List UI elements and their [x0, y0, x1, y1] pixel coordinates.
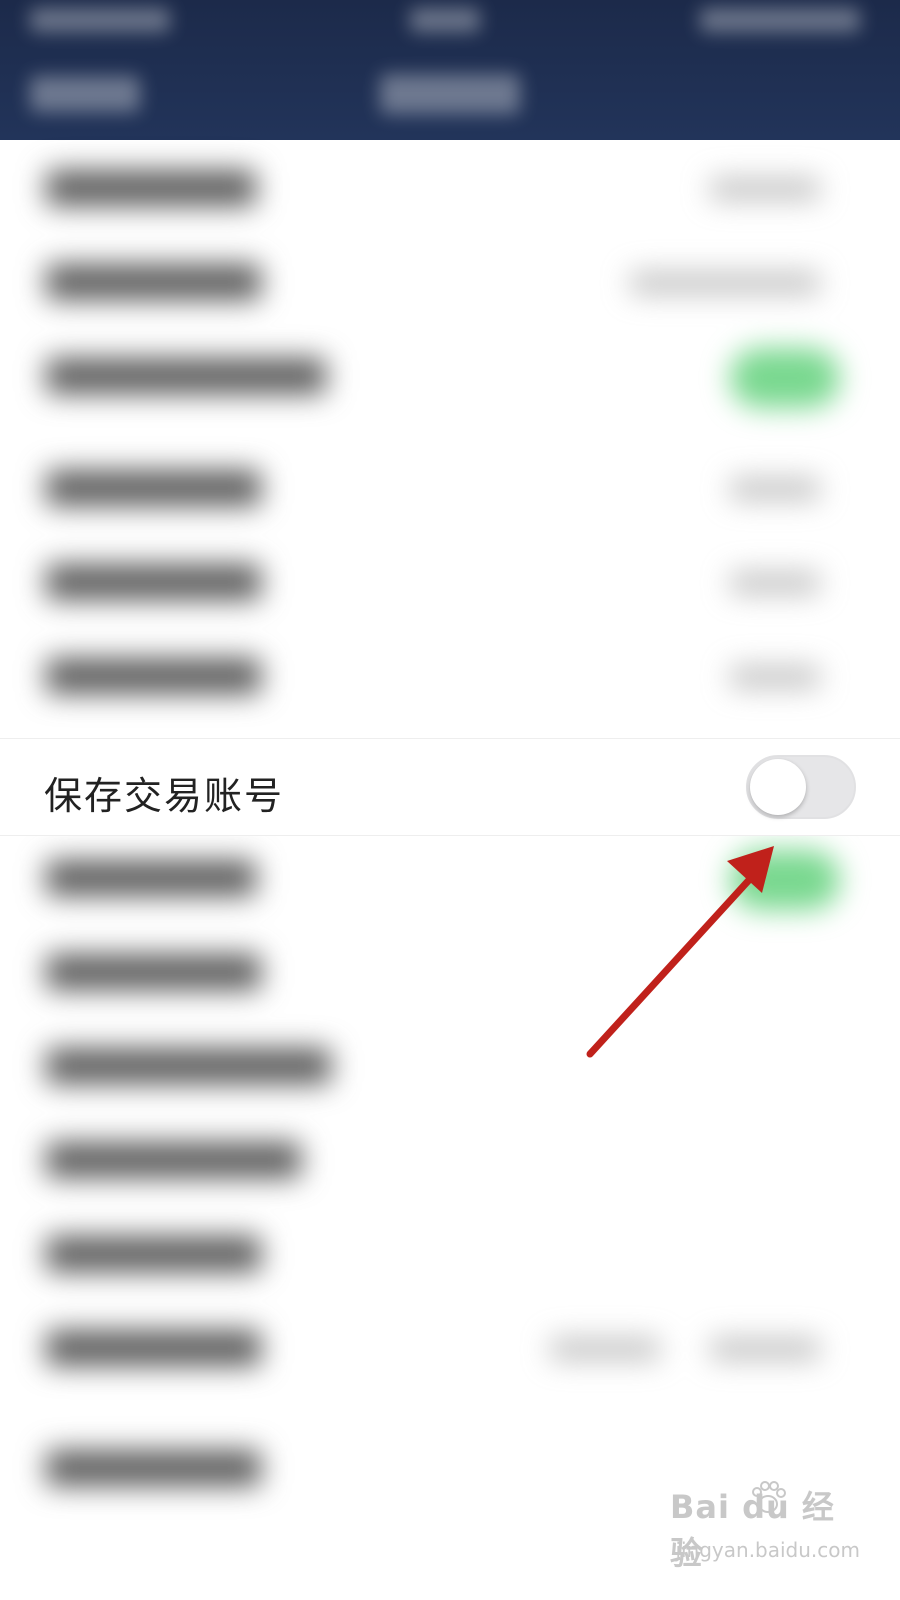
status-bar-blur [700, 8, 860, 32]
settings-row-value-blur [730, 572, 820, 594]
toggle-knob [750, 759, 806, 815]
settings-row-label-blur [46, 170, 256, 206]
settings-row[interactable] [0, 234, 900, 330]
settings-row[interactable] [0, 140, 900, 236]
settings-row[interactable] [0, 628, 900, 724]
settings-toggle-blur[interactable] [730, 348, 840, 408]
settings-row-value-blur [630, 272, 820, 294]
settings-row-value-blur [730, 478, 820, 500]
settings-row-save-trading-account[interactable]: 保存交易账号 [0, 738, 900, 836]
settings-row[interactable] [0, 1112, 900, 1208]
settings-row[interactable] [0, 1300, 900, 1396]
settings-row-label-blur [46, 658, 261, 694]
settings-row-label-blur [46, 264, 261, 300]
settings-row-value-blur [550, 1338, 660, 1360]
paw-icon [752, 1481, 786, 1513]
settings-row[interactable] [0, 1206, 900, 1302]
settings-row-label-blur [46, 1142, 301, 1178]
settings-list [0, 140, 900, 1600]
status-bar-blur [30, 8, 170, 32]
settings-row-label-blur [46, 470, 261, 506]
settings-row-label-blur [46, 358, 326, 394]
settings-row-label-blur [46, 1330, 261, 1366]
settings-row[interactable] [0, 830, 900, 926]
watermark-url: jingyan.baidu.com [675, 1538, 860, 1562]
settings-row-label-blur [46, 860, 256, 896]
settings-toggle-blur[interactable] [730, 850, 840, 910]
save-trading-account-label: 保存交易账号 [44, 774, 285, 818]
save-trading-account-toggle[interactable] [746, 755, 856, 819]
settings-row[interactable] [0, 328, 900, 424]
settings-row[interactable] [0, 924, 900, 1020]
baidu-jingyan-watermark: Bai du 经验 jingyan.baidu.com [670, 1481, 860, 1572]
page-title-blur [380, 74, 520, 114]
settings-row-label-blur [46, 1450, 261, 1486]
header-blurred-content [0, 0, 900, 140]
blurred-rows-top [0, 140, 900, 730]
settings-row[interactable] [0, 534, 900, 630]
settings-row-label-blur [46, 1236, 261, 1272]
back-button-blur[interactable] [30, 76, 140, 112]
settings-row[interactable] [0, 440, 900, 536]
settings-row[interactable] [0, 1018, 900, 1114]
settings-row-value-blur [710, 1338, 820, 1360]
settings-row-value-blur [710, 178, 820, 200]
settings-row-label-blur [46, 564, 261, 600]
status-bar-blur [410, 8, 480, 32]
settings-row-value-blur [730, 666, 820, 688]
settings-row-label-blur [46, 1048, 331, 1084]
settings-row-label-blur [46, 954, 261, 990]
app-header [0, 0, 900, 140]
